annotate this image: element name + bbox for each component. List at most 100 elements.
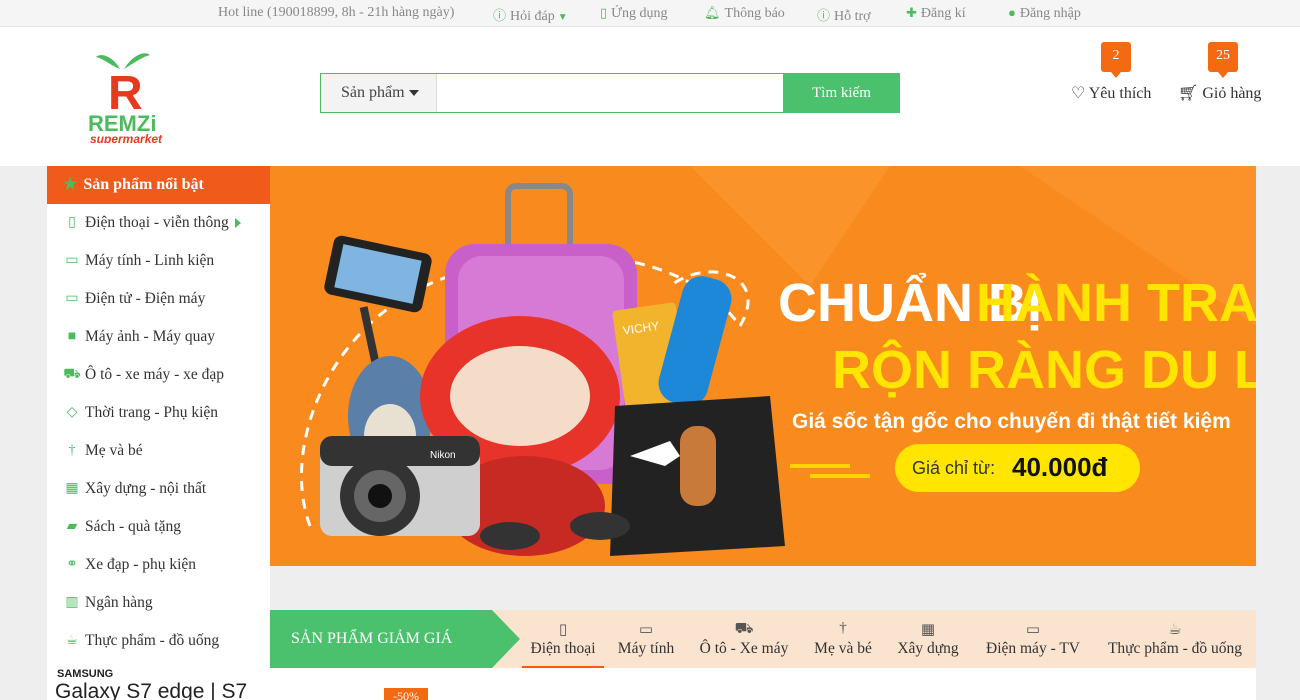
faq-label: Hỏi đáp: [510, 9, 555, 24]
register-label: Đăng kí: [920, 6, 966, 21]
top-bar: Hot line (190018899, 8h - 21h hàng ngày)…: [0, 0, 1300, 27]
sidebar-item-label: Mẹ và bé: [85, 442, 143, 459]
diamond-icon: ◇: [66, 405, 78, 420]
logo-graphic: R REMZi supermarket: [88, 53, 163, 146]
sidebar-item-electronics[interactable]: ▭ Điện tử - Điện máy: [47, 280, 270, 318]
login-link[interactable]: ● Đăng nhập: [1008, 5, 1081, 22]
child-icon: †: [839, 620, 847, 636]
phone-icon: ▯: [68, 215, 76, 230]
laptop-icon: ▭: [65, 253, 79, 268]
wishlist-link[interactable]: ♡ Yêu thích: [1071, 83, 1151, 103]
hotline-text: Hot line (190018899, 8h - 21h hàng ngày): [218, 5, 455, 20]
notify-label: Thông báo: [724, 6, 785, 21]
search-bar: Sản phẩm Tìm kiếm: [320, 73, 900, 113]
tab-computers[interactable]: ▭ Máy tính: [614, 610, 678, 668]
banner-art: VICHY Nikon Giá chỉ từ: 40.000đ CHUẨN BỊ…: [300, 166, 1256, 556]
child-icon: †: [68, 443, 76, 458]
sidebar-title-label: Sản phẩm nổi bật: [83, 176, 204, 193]
sidebar-item-label: Điện tử - Điện máy: [85, 290, 206, 307]
svg-text:Giá sốc tận gốc cho chuyến đi: Giá sốc tận gốc cho chuyến đi thật tiết …: [792, 410, 1231, 433]
discount-section-title: SẢN PHẨM GIẢM GIÁ: [270, 610, 520, 668]
caret-down-icon: [408, 90, 419, 97]
discount-products-list: -50%: [270, 668, 1256, 700]
sidebar-item-books[interactable]: ▰ Sách - quà tặng: [47, 508, 270, 546]
question-icon: ⓘ: [493, 8, 507, 23]
cart-count-badge: 25: [1208, 42, 1238, 78]
star-icon: ★: [63, 176, 78, 193]
svg-text:40.000đ: 40.000đ: [1012, 452, 1108, 482]
sidebar-item-label: Máy ảnh - Máy quay: [85, 328, 215, 345]
sidebar-item-baby[interactable]: † Mẹ và bé: [47, 432, 270, 470]
tab-construction[interactable]: ▦ Xây dựng: [894, 610, 962, 668]
support-link[interactable]: ⓘ Hỗ trợ: [817, 5, 871, 25]
tab-label: Điện máy - TV: [986, 640, 1080, 657]
monitor-icon: ▭: [1025, 622, 1041, 638]
caret-down-icon: ▼: [557, 12, 568, 23]
hero-banner[interactable]: VICHY Nikon Giá chỉ từ: 40.000đ CHUẨN BỊ…: [270, 166, 1256, 566]
site-logo[interactable]: R REMZi supermarket: [86, 47, 210, 146]
sidebar-item-vehicles[interactable]: ⛟ Ô tô - xe máy - xe đạp: [47, 356, 270, 394]
site-header: R REMZi supermarket Sản phẩm Tìm kiếm 2 …: [0, 27, 1300, 166]
tab-vehicles[interactable]: ⛟ Ô tô - Xe máy: [696, 610, 792, 668]
sidebar-item-cameras[interactable]: ■ Máy ảnh - Máy quay: [47, 318, 270, 356]
sidebar-item-computers[interactable]: ▭ Máy tính - Linh kiện: [47, 242, 270, 280]
svg-text:HÀNH TRANG: HÀNH TRANG: [976, 273, 1256, 333]
discount-badge: -50%: [384, 688, 428, 700]
question-icon: ⓘ: [817, 8, 831, 23]
sidebar-item-bicycles[interactable]: ⚭ Xe đạp - phụ kiện: [47, 546, 270, 584]
bicycle-icon: ⚭: [66, 557, 78, 572]
tab-appliances[interactable]: ▭ Điện máy - TV: [982, 610, 1084, 668]
sidebar-item-label: Xây dựng - nội thất: [85, 480, 207, 497]
sidebar-item-label: Ngân hàng: [85, 594, 153, 611]
cart-link[interactable]: 🛒︎ Giỏ hàng: [1178, 83, 1261, 103]
tab-phones[interactable]: ▯ Điện thoại: [522, 610, 604, 668]
user-icon: ●: [1008, 5, 1016, 20]
discount-products-bar: SẢN PHẨM GIẢM GIÁ ▯ Điện thoại ▭ Máy tính …: [270, 610, 1256, 668]
tab-label: Xây dựng: [897, 640, 959, 657]
phone-icon: ▯: [558, 622, 568, 638]
car-icon: ⛟: [63, 367, 81, 382]
cart-icon: 🛒︎: [1178, 85, 1199, 102]
bell-icon: 🔔︎: [704, 5, 721, 20]
sidebar-item-label: Thời trang - Phụ kiện: [85, 404, 219, 421]
tab-label: Mẹ và bé: [814, 640, 872, 657]
tab-food[interactable]: ☕︎ Thực phẩm - đồ uống: [1104, 610, 1246, 668]
notify-link[interactable]: 🔔︎ Thông báo: [704, 5, 785, 22]
sidebar-item-construction[interactable]: ▦ Xây dựng - nội thất: [47, 470, 270, 508]
sidebar-item-banking[interactable]: ▥ Ngân hàng: [47, 584, 270, 622]
wishlist-label: Yêu thích: [1088, 85, 1152, 102]
sidebar-item-food[interactable]: ☕︎ Thực phẩm - đồ uống: [47, 622, 270, 660]
search-category-label: Sản phẩm: [341, 84, 405, 101]
sidebar-item-phones[interactable]: ▯ Điện thoại - viễn thông: [47, 204, 270, 242]
tab-label: Ô tô - Xe máy: [699, 640, 789, 657]
user-plus-icon: ✚: [906, 5, 917, 20]
coffee-icon: ☕︎: [65, 633, 79, 648]
app-link[interactable]: ▯ Ứng dụng: [600, 5, 668, 22]
bank-icon: ▥: [65, 595, 79, 610]
sidebar-item-fashion[interactable]: ◇ Thời trang - Phụ kiện: [47, 394, 270, 432]
ad-model: Galaxy S7 edge | S7: [55, 680, 248, 700]
ad-brand: SAMSUNG: [57, 668, 114, 680]
svg-text:RỘN RÀNG DU LỊCH: RỘN RÀNG DU LỊCH: [832, 339, 1256, 400]
book-icon: ▰: [66, 519, 78, 534]
sidebar-title[interactable]: ★ Sản phẩm nổi bật: [47, 166, 270, 204]
register-link[interactable]: ✚ Đăng kí: [906, 5, 966, 22]
svg-text:Giá chỉ từ:: Giá chỉ từ:: [912, 458, 995, 478]
search-input[interactable]: [438, 74, 784, 112]
samsung-ad[interactable]: SAMSUNG Galaxy S7 edge | S7: [47, 660, 270, 700]
building-icon: ▦: [920, 622, 936, 638]
search-button[interactable]: Tìm kiếm: [783, 73, 900, 113]
svg-text:supermarket: supermarket: [90, 132, 163, 143]
sidebar-item-label: Điện thoại - viễn thông: [85, 214, 229, 231]
sidebar-item-label: Ô tô - xe máy - xe đạp: [85, 366, 225, 383]
search-category-select[interactable]: Sản phẩm: [321, 74, 437, 112]
app-label: Ứng dụng: [611, 6, 668, 21]
faq-link[interactable]: ⓘ Hỏi đáp ▼: [493, 5, 568, 25]
video-camera-icon: ■: [67, 329, 77, 344]
category-sidebar: ★ Sản phẩm nổi bật ▯ Điện thoại - viễn thô…: [47, 166, 270, 660]
cart-label: Giỏ hàng: [1202, 85, 1262, 102]
car-icon: ⛟: [734, 621, 754, 637]
sidebar-item-label: Máy tính - Linh kiện: [85, 252, 215, 269]
sidebar-item-label: Xe đạp - phụ kiện: [85, 556, 197, 573]
tab-baby[interactable]: † Mẹ và bé: [810, 610, 876, 668]
